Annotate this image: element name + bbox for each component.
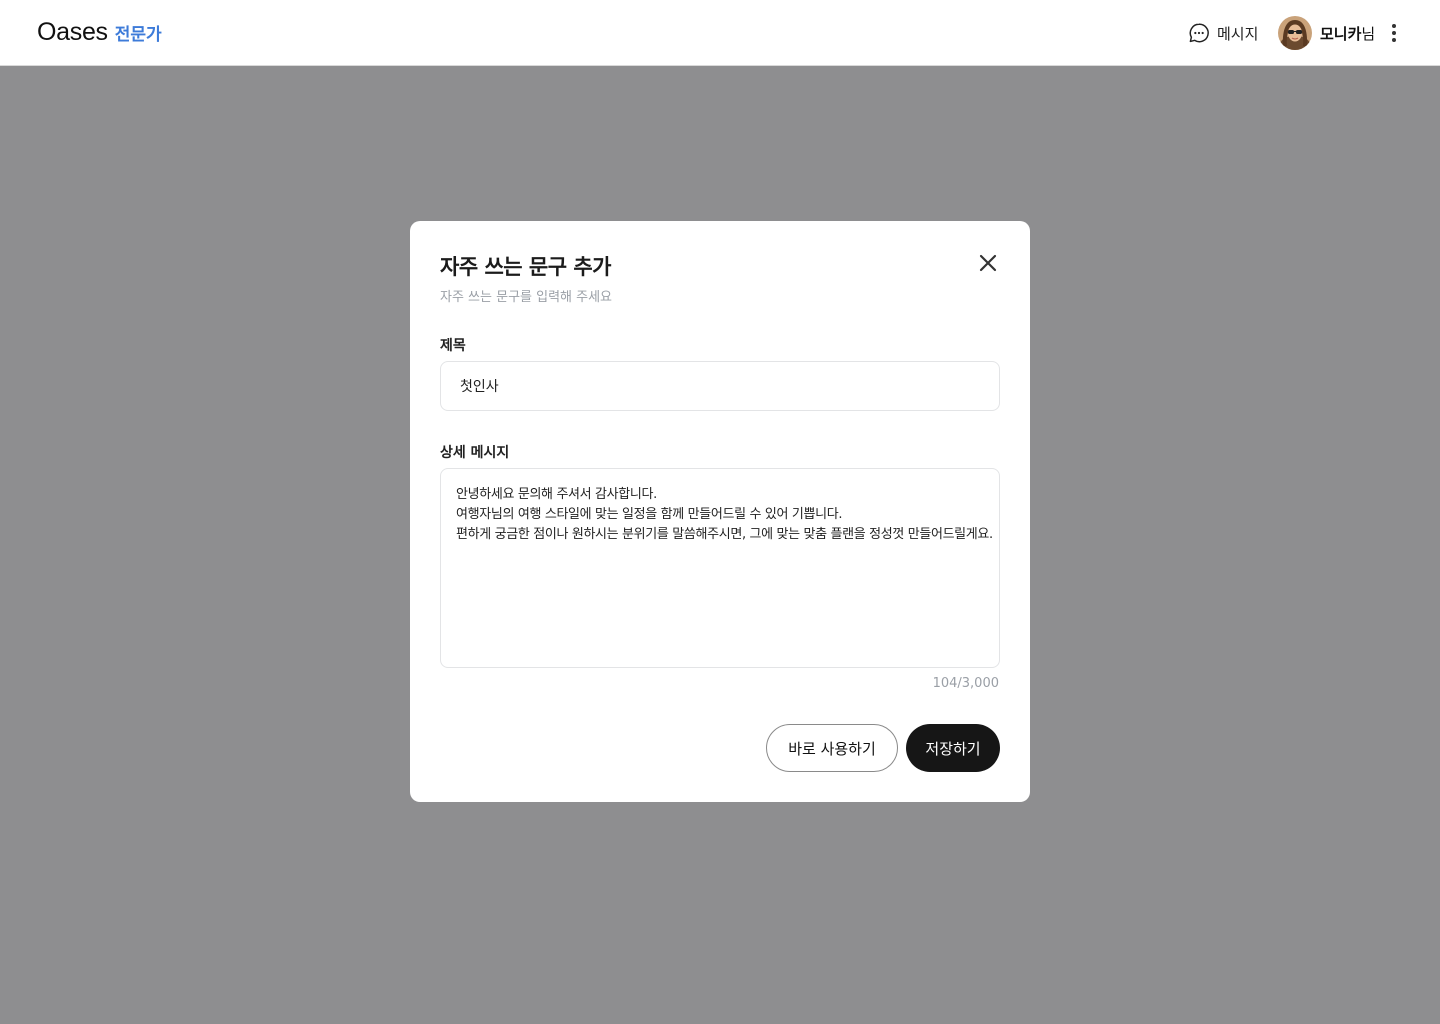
- kebab-dot: [1392, 24, 1396, 28]
- detail-message-line: 여행자님의 여행 스타일에 맞는 일정을 함께 만들어드릴 수 있어 기쁩니다.: [456, 507, 843, 522]
- logo-wordmark: Oases: [37, 18, 108, 46]
- kebab-dot: [1392, 38, 1396, 42]
- close-icon[interactable]: [976, 251, 1000, 275]
- modal-subtitle: 자주 쓰는 문구를 입력해 주세요: [440, 290, 613, 305]
- top-header: Oases 전문가 메시지 모니카님: [0, 0, 1440, 66]
- avatar: [1278, 16, 1312, 50]
- detail-message-textarea[interactable]: 안녕하세요 문의해 주셔서 감사합니다. 여행자님의 여행 스타일에 맞는 일정…: [440, 468, 1000, 668]
- user-honorific: 님: [1361, 24, 1376, 43]
- user-name-bold: 모니카: [1320, 24, 1362, 43]
- user-menu[interactable]: 모니카님: [1278, 16, 1375, 50]
- logo-expert-tag: 전문가: [114, 25, 162, 45]
- kebab-dot: [1392, 31, 1396, 35]
- chat-icon: [1189, 23, 1209, 43]
- add-phrase-modal: 자주 쓰는 문구 추가 자주 쓰는 문구를 입력해 주세요 제목 상세 메시지 …: [410, 221, 1030, 802]
- detail-field-label: 상세 메시지: [440, 445, 510, 461]
- detail-message-line: 편하게 궁금한 점이나 원하시는 분위기를 말씀해주시면, 그에 맞는 맞춤 플…: [456, 527, 993, 542]
- user-name: 모니카님: [1320, 23, 1375, 44]
- save-button[interactable]: 저장하기: [906, 724, 1000, 772]
- title-input[interactable]: [440, 361, 1000, 411]
- title-field-label: 제목: [440, 338, 466, 354]
- messages-link[interactable]: 메시지: [1188, 22, 1258, 44]
- detail-message-line: 안녕하세요 문의해 주셔서 감사합니다.: [456, 487, 657, 502]
- messages-label: 메시지: [1217, 24, 1259, 43]
- use-now-button[interactable]: 바로 사용하기: [766, 724, 898, 772]
- logo[interactable]: Oases 전문가: [37, 18, 162, 47]
- modal-title: 자주 쓰는 문구 추가: [440, 255, 612, 279]
- more-vert-icon[interactable]: [1386, 22, 1402, 44]
- character-counter: 104/3,000: [932, 676, 999, 691]
